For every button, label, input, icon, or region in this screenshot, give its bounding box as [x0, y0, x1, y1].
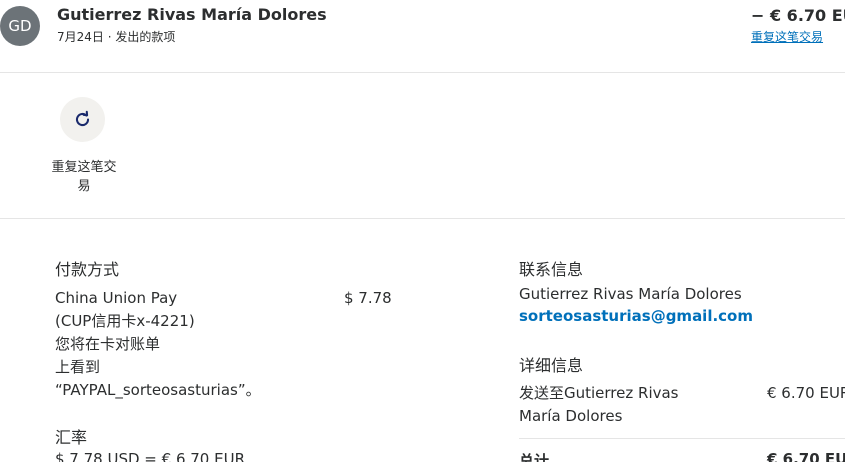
repeat-transaction-label: 重复这笔交易 [51, 160, 117, 194]
sent-amount: € 6.70 EUR [767, 384, 845, 402]
payment-method-details: China Union Pay (CUP信用卡x-4221) 您将在卡对账单 上… [55, 287, 261, 402]
payment-amount: $ 7.78 [344, 289, 392, 307]
contact-email-link[interactable]: sorteosasturias@gmail.com [519, 307, 753, 325]
divider [0, 72, 845, 73]
payment-method-line: “PAYPAL_sorteosasturias”。 [55, 381, 261, 399]
contact-info-title: 联系信息 [519, 260, 584, 279]
sent-to-line: 发送至Gutierrez Rivas [519, 384, 679, 402]
payment-method-line: 上看到 [55, 358, 101, 376]
payment-method-line: China Union Pay [55, 289, 178, 307]
recipient-name: Gutierrez Rivas María Dolores [57, 5, 327, 24]
divider [519, 438, 845, 439]
sent-to-label: 发送至Gutierrez Rivas María Dolores [519, 382, 679, 428]
transaction-date-type: 7月24日 · 发出的款项 [57, 30, 176, 44]
total-label: 总计 [519, 452, 550, 462]
avatar: GD [0, 6, 40, 46]
refresh-icon [75, 110, 90, 127]
payment-method-line: (CUP信用卡x-4221) [55, 312, 195, 330]
payment-method-line: 您将在卡对账单 [55, 335, 161, 353]
total-amount: € 6.70 EUR [767, 450, 845, 462]
repeat-transaction-link[interactable]: 重复这笔交易 [751, 28, 823, 45]
divider [0, 218, 845, 219]
exchange-rate-value: $ 7.78 USD = € 6.70 EUR [55, 450, 245, 462]
contact-name: Gutierrez Rivas María Dolores [519, 285, 742, 303]
payment-method-title: 付款方式 [55, 260, 120, 279]
repeat-transaction-button[interactable] [60, 97, 105, 142]
exchange-rate-title: 汇率 [55, 428, 88, 447]
transaction-header: GD Gutierrez Rivas María Dolores 7月24日 ·… [0, 0, 845, 72]
sent-to-line: María Dolores [519, 407, 623, 425]
transaction-amount: − € 6.70 EUR [751, 6, 845, 25]
details-title: 详细信息 [519, 356, 584, 375]
transaction-detail-page: GD Gutierrez Rivas María Dolores 7月24日 ·… [0, 0, 845, 462]
